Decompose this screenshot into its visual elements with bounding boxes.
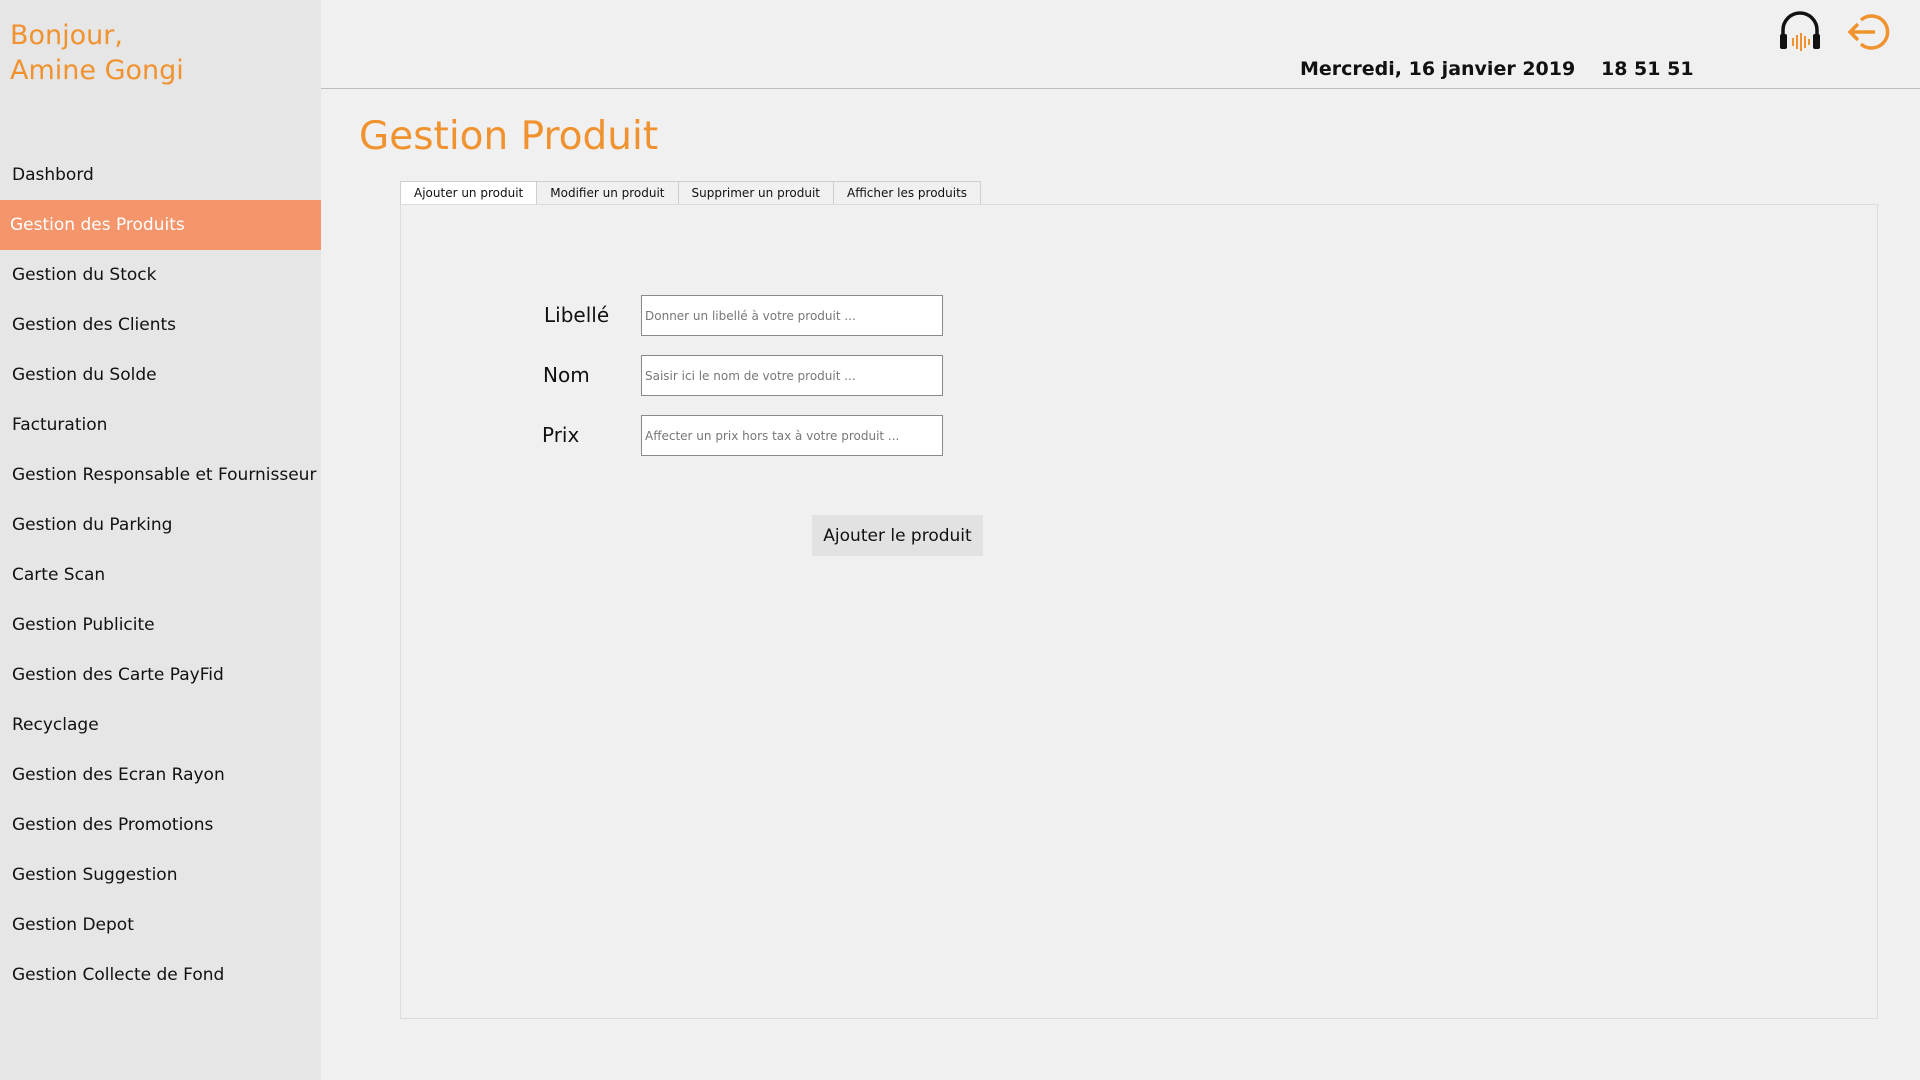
logout-icon[interactable] bbox=[1845, 8, 1893, 56]
tab-panel bbox=[400, 204, 1878, 1019]
sidebar-item-responsable-fournisseur[interactable]: Gestion Responsable et Fournisseur bbox=[0, 450, 321, 500]
sidebar-item-ecran-rayon[interactable]: Gestion des Ecran Rayon bbox=[0, 750, 321, 800]
greeting-username: Amine Gongi bbox=[10, 55, 184, 86]
libelle-label: Libellé bbox=[544, 303, 610, 327]
sidebar-item-carte-scan[interactable]: Carte Scan bbox=[0, 550, 321, 600]
sidebar-item-gestion-du-stock[interactable]: Gestion du Stock bbox=[0, 250, 321, 300]
tab-bar: Ajouter un produit Modifier un produit S… bbox=[400, 181, 982, 206]
sidebar-item-facturation[interactable]: Facturation bbox=[0, 400, 321, 450]
nom-input[interactable] bbox=[641, 355, 943, 396]
sidebar: Bonjour, Amine Gongi Dashbord Gestion de… bbox=[0, 0, 321, 1080]
sidebar-item-gestion-publicite[interactable]: Gestion Publicite bbox=[0, 600, 321, 650]
greeting: Bonjour, Amine Gongi bbox=[10, 18, 184, 88]
tab-modifier-produit[interactable]: Modifier un produit bbox=[536, 181, 679, 205]
sidebar-item-dashbord[interactable]: Dashbord bbox=[0, 150, 321, 200]
sidebar-nav: Dashbord Gestion des Produits Gestion du… bbox=[0, 150, 321, 1000]
sidebar-item-promotions[interactable]: Gestion des Promotions bbox=[0, 800, 321, 850]
prix-input[interactable] bbox=[641, 415, 943, 456]
page-title: Gestion Produit bbox=[359, 114, 659, 159]
nom-label: Nom bbox=[543, 363, 590, 387]
tab-supprimer-produit[interactable]: Supprimer un produit bbox=[677, 181, 834, 205]
libelle-input[interactable] bbox=[641, 295, 943, 336]
sidebar-item-recyclage[interactable]: Recyclage bbox=[0, 700, 321, 750]
sidebar-item-gestion-du-solde[interactable]: Gestion du Solde bbox=[0, 350, 321, 400]
header-divider bbox=[321, 88, 1920, 89]
header-time: 18 51 51 bbox=[1601, 58, 1694, 80]
add-product-button[interactable]: Ajouter le produit bbox=[812, 515, 983, 556]
prix-label: Prix bbox=[542, 423, 580, 447]
sidebar-item-gestion-du-parking[interactable]: Gestion du Parking bbox=[0, 500, 321, 550]
tab-ajouter-produit[interactable]: Ajouter un produit bbox=[400, 181, 538, 206]
greeting-hello: Bonjour, bbox=[10, 20, 123, 51]
sidebar-item-gestion-des-clients[interactable]: Gestion des Clients bbox=[0, 300, 321, 350]
sidebar-item-depot[interactable]: Gestion Depot bbox=[0, 900, 321, 950]
sidebar-item-suggestion[interactable]: Gestion Suggestion bbox=[0, 850, 321, 900]
sidebar-item-carte-payfid[interactable]: Gestion des Carte PayFid bbox=[0, 650, 321, 700]
sidebar-item-collecte-de-fond[interactable]: Gestion Collecte de Fond bbox=[0, 950, 321, 1000]
header-date: Mercredi, 16 janvier 2019 bbox=[1300, 58, 1576, 80]
headset-icon[interactable] bbox=[1776, 8, 1824, 56]
sidebar-item-gestion-des-produits[interactable]: Gestion des Produits bbox=[0, 200, 321, 250]
tab-afficher-produits[interactable]: Afficher les produits bbox=[832, 181, 982, 205]
